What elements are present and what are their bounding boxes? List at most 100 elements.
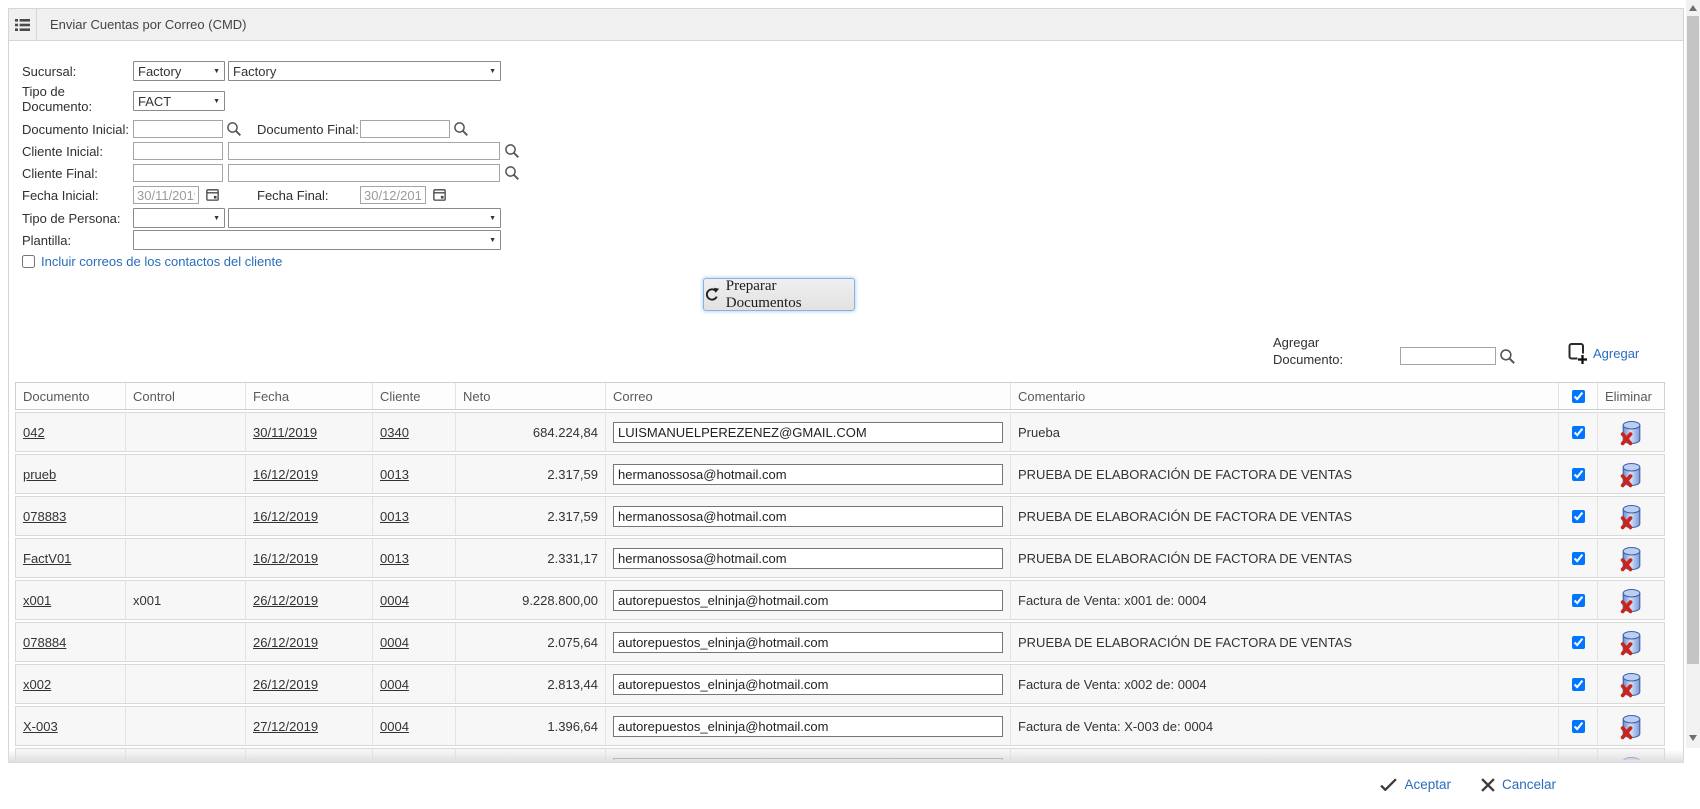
- table-row: X-003 27/12/2019 0004 1.396,64 Factura d…: [15, 706, 1665, 746]
- fecha-link[interactable]: 16/12/2019: [253, 509, 318, 524]
- search-icon[interactable]: [504, 143, 520, 159]
- delete-row-icon[interactable]: [1619, 545, 1644, 572]
- correo-input[interactable]: [613, 464, 1003, 485]
- documento-link[interactable]: 078884: [23, 635, 66, 650]
- documento-link[interactable]: 078883: [23, 509, 66, 524]
- cliente-link[interactable]: 0004: [380, 719, 409, 734]
- control-cell: [126, 539, 246, 577]
- neto-cell: 2.317,59: [456, 455, 606, 493]
- plantilla-select[interactable]: ▼: [133, 230, 501, 250]
- menu-button[interactable]: [9, 9, 37, 40]
- scrollbar-thumb[interactable]: [1687, 16, 1699, 664]
- fecha-link[interactable]: 26/12/2019: [253, 635, 318, 650]
- preparar-documentos-button[interactable]: Preparar Documentos: [703, 278, 855, 311]
- neto-cell: 9.228.800,00: [456, 581, 606, 619]
- form-content: Sucursal: Factory ▼ Factory ▼ Tipo de Do…: [9, 41, 1683, 760]
- select-all-checkbox[interactable]: [1572, 390, 1585, 403]
- cliente-final-name-input[interactable]: [228, 164, 500, 182]
- sucursal-code-select[interactable]: Factory ▼: [133, 61, 225, 81]
- header-correo: Correo: [606, 383, 1011, 409]
- row-checkbox[interactable]: [1572, 636, 1585, 649]
- delete-row-icon[interactable]: [1619, 713, 1644, 740]
- documento-final-input[interactable]: [360, 120, 450, 138]
- documento-link[interactable]: X-003: [23, 719, 58, 734]
- documento-inicial-input[interactable]: [133, 120, 223, 138]
- agregar-button[interactable]: Agregar: [1567, 341, 1639, 365]
- sucursal-name-select[interactable]: Factory ▼: [228, 61, 501, 81]
- tipo-documento-select[interactable]: FACT ▼: [133, 91, 225, 111]
- correo-input[interactable]: [613, 632, 1003, 653]
- cancelar-button[interactable]: Cancelar: [1481, 777, 1556, 792]
- calendar-icon[interactable]: [432, 187, 447, 202]
- cliente-link[interactable]: 0340: [380, 425, 409, 440]
- comentario-cell: Factura de Venta: X-003 de: 0004: [1011, 707, 1559, 745]
- correo-input[interactable]: [613, 674, 1003, 695]
- chevron-down-icon: ▼: [489, 215, 496, 222]
- tipo-persona-code-select[interactable]: ▼: [133, 208, 225, 228]
- correo-input[interactable]: [613, 422, 1003, 443]
- scroll-up-arrow-icon[interactable]: [1689, 5, 1697, 11]
- delete-row-icon[interactable]: [1619, 629, 1644, 656]
- delete-row-icon[interactable]: [1619, 461, 1644, 488]
- comentario-cell: PRUEBA DE ELABORACIÓN DE FACTORA DE VENT…: [1011, 455, 1559, 493]
- incluir-contactos-checkbox[interactable]: [22, 255, 35, 268]
- fecha-link[interactable]: 16/12/2019: [253, 467, 318, 482]
- delete-row-icon[interactable]: [1619, 587, 1644, 614]
- documento-link[interactable]: 042: [23, 425, 45, 440]
- fecha-link[interactable]: 26/12/2019: [253, 677, 318, 692]
- fecha-link[interactable]: 27/12/2019: [253, 719, 318, 734]
- cliente-link[interactable]: 0004: [380, 593, 409, 608]
- fecha-link[interactable]: 26/12/2019: [253, 593, 318, 608]
- delete-row-icon[interactable]: [1619, 419, 1644, 446]
- scroll-down-arrow-icon[interactable]: [1689, 735, 1697, 741]
- cliente-link[interactable]: 0004: [380, 677, 409, 692]
- search-icon[interactable]: [1499, 348, 1516, 365]
- cliente-inicial-name-input[interactable]: [228, 142, 500, 160]
- tipo-persona-name-select[interactable]: ▼: [228, 208, 501, 228]
- correo-input[interactable]: [613, 716, 1003, 737]
- row-checkbox[interactable]: [1572, 426, 1585, 439]
- documento-link[interactable]: x001: [23, 593, 51, 608]
- neto-cell: 2.075,64: [456, 623, 606, 661]
- fecha-inicial-input[interactable]: [133, 186, 199, 204]
- cliente-final-code-input[interactable]: [133, 164, 223, 182]
- documento-link[interactable]: prueb: [23, 467, 56, 482]
- correo-input[interactable]: [613, 590, 1003, 611]
- documento-link[interactable]: FactV01: [23, 551, 71, 566]
- cliente-inicial-label: Cliente Inicial:: [22, 144, 103, 159]
- delete-row-icon[interactable]: [1619, 671, 1644, 698]
- row-checkbox[interactable]: [1572, 468, 1585, 481]
- row-checkbox[interactable]: [1572, 552, 1585, 565]
- comentario-cell: Prueba: [1011, 413, 1559, 451]
- cancelar-label: Cancelar: [1502, 777, 1556, 792]
- cliente-link[interactable]: 0013: [380, 551, 409, 566]
- cliente-link[interactable]: 0004: [380, 635, 409, 650]
- fecha-link[interactable]: 16/12/2019: [253, 551, 318, 566]
- vertical-scrollbar[interactable]: [1686, 0, 1700, 748]
- search-icon[interactable]: [504, 165, 520, 181]
- cliente-link[interactable]: 0013: [380, 509, 409, 524]
- comentario-cell: PRUEBA DE ELABORACIÓN DE FACTORA DE VENT…: [1011, 497, 1559, 535]
- fecha-final-label: Fecha Final:: [257, 188, 329, 203]
- documento-link[interactable]: x002: [23, 677, 51, 692]
- aceptar-button[interactable]: Aceptar: [1380, 777, 1451, 792]
- chevron-down-icon: ▼: [489, 68, 496, 75]
- agregar-documento-input[interactable]: [1400, 347, 1496, 365]
- row-checkbox[interactable]: [1572, 720, 1585, 733]
- row-checkbox[interactable]: [1572, 594, 1585, 607]
- fecha-link[interactable]: 30/11/2019: [253, 425, 317, 440]
- row-checkbox[interactable]: [1572, 678, 1585, 691]
- cliente-inicial-code-input[interactable]: [133, 142, 223, 160]
- cliente-link[interactable]: 0013: [380, 467, 409, 482]
- calendar-icon[interactable]: [205, 187, 220, 202]
- search-icon[interactable]: [453, 121, 469, 137]
- search-icon[interactable]: [226, 121, 242, 137]
- row-checkbox[interactable]: [1572, 510, 1585, 523]
- table-row: FactV01 16/12/2019 0013 2.331,17 PRUEBA …: [15, 538, 1665, 578]
- delete-row-icon[interactable]: [1619, 503, 1644, 530]
- header-fecha: Fecha: [246, 383, 373, 409]
- correo-input[interactable]: [613, 506, 1003, 527]
- cliente-final-label: Cliente Final:: [22, 166, 98, 181]
- correo-input[interactable]: [613, 548, 1003, 569]
- fecha-final-input[interactable]: [360, 186, 426, 204]
